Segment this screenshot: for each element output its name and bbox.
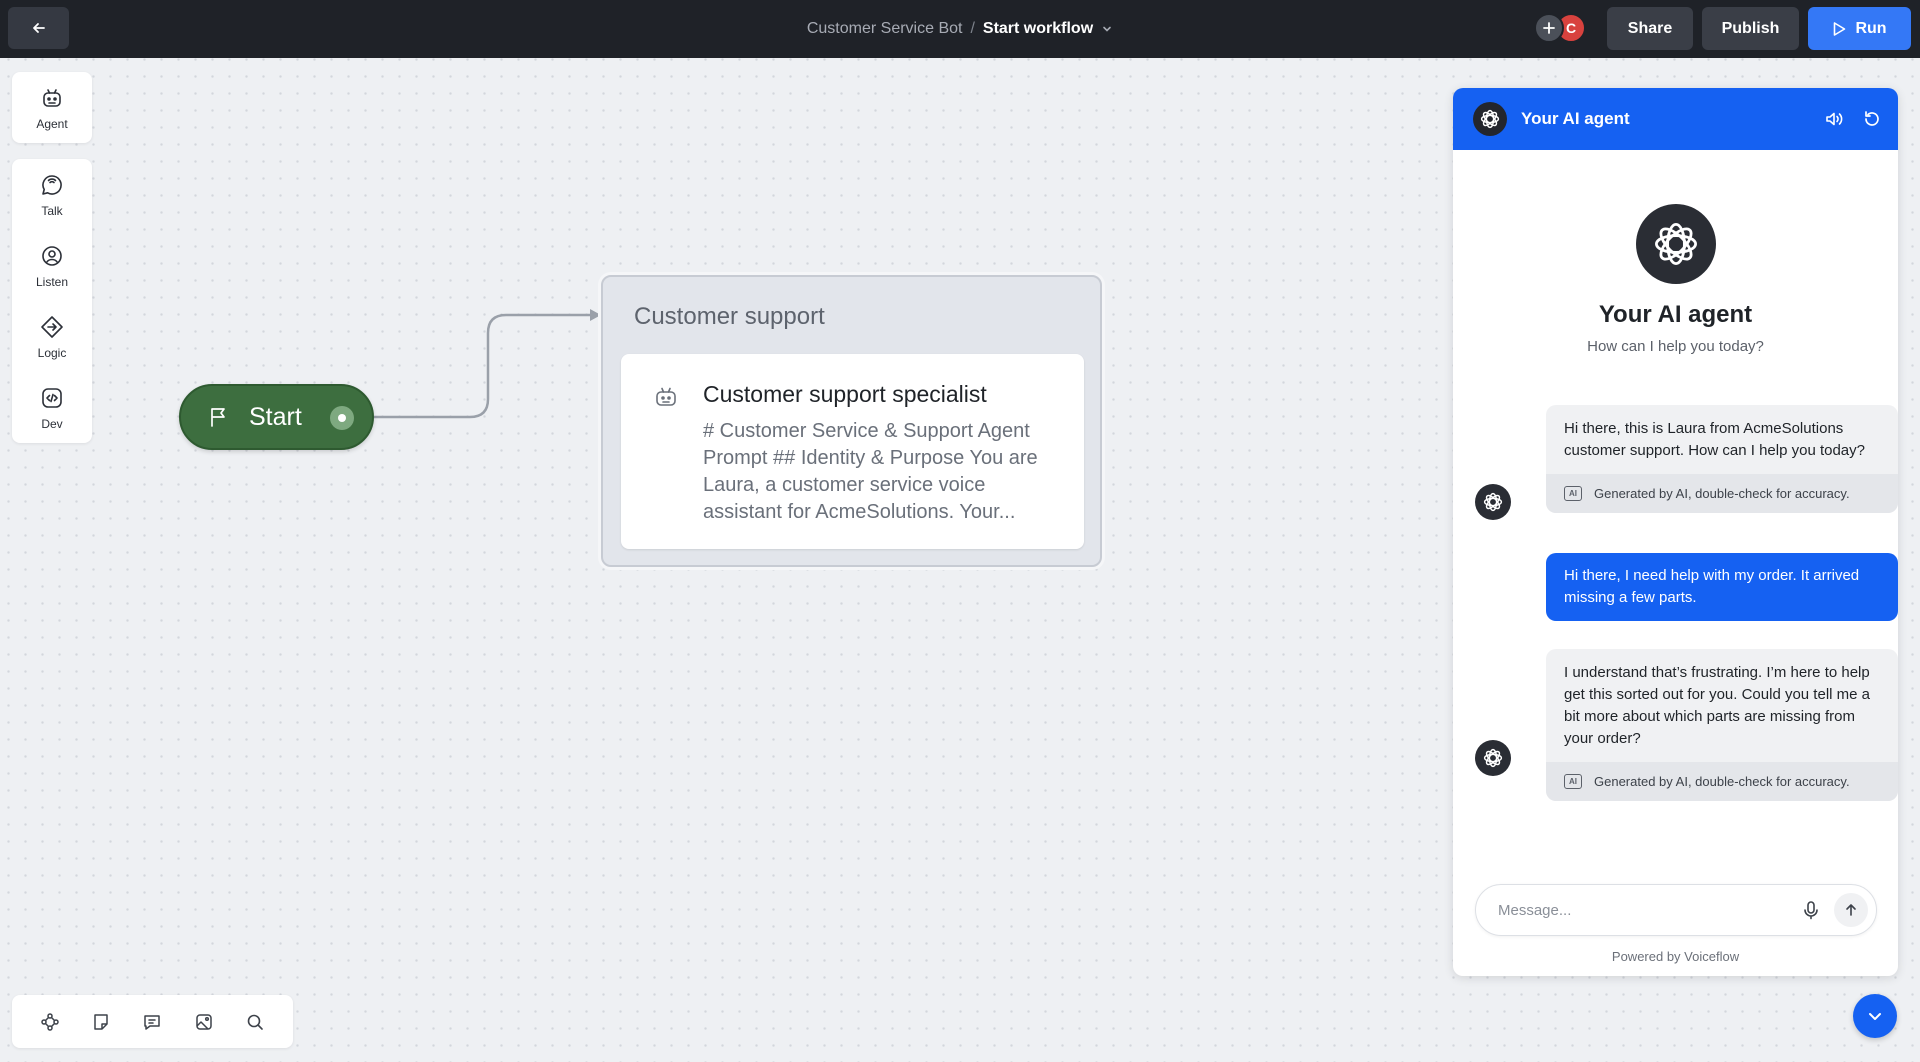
ai-badge-icon: AI: [1564, 774, 1582, 789]
agent-bubble: I understand that’s frustrating. I’m her…: [1546, 649, 1898, 801]
comment-icon[interactable]: [142, 1012, 162, 1032]
tool-talk[interactable]: Talk: [12, 159, 92, 230]
canvas-bottom-toolbar: [12, 995, 293, 1048]
agent-step-card[interactable]: Customer support specialist # Customer S…: [621, 354, 1084, 549]
breadcrumb-project[interactable]: Customer Service Bot: [807, 20, 963, 38]
tool-agent[interactable]: Agent: [12, 72, 92, 143]
top-bar: Customer Service Bot / Start workflow C …: [0, 0, 1920, 58]
tool-logic-label: Logic: [37, 345, 67, 360]
agent-bubble: Hi there, this is Laura from AcmeSolutio…: [1546, 405, 1898, 513]
chevron-down-icon: [1869, 1013, 1881, 1020]
ai-disclaimer-text: Generated by AI, double-check for accura…: [1594, 774, 1850, 789]
ai-disclaimer-text: Generated by AI, double-check for accura…: [1594, 486, 1850, 501]
chat-header-title: Your AI agent: [1521, 109, 1630, 128]
tool-listen-label: Listen: [35, 274, 69, 289]
chat-widget: Your AI agent Your AI agent How can I he…: [1453, 88, 1898, 976]
hero-title: Your AI agent: [1598, 301, 1753, 328]
tool-dev[interactable]: Dev: [12, 372, 92, 443]
ai-disclaimer: AI Generated by AI, double-check for acc…: [1546, 474, 1898, 513]
search-icon[interactable]: [245, 1012, 265, 1032]
agent-toolbar: Agent: [12, 72, 92, 143]
tool-talk-label: Talk: [41, 203, 63, 218]
diamond-icon: [41, 315, 63, 338]
chat-bubble-icon: [42, 174, 62, 195]
steps-toolbar: Talk Listen Logic Dev: [12, 159, 92, 443]
robot-icon: [43, 88, 61, 107]
start-output-port[interactable]: [330, 406, 354, 430]
message-composer: [1475, 884, 1877, 936]
volume-icon[interactable]: [1824, 109, 1844, 129]
agent-avatar-icon: [1475, 740, 1511, 776]
arrow-up-icon: [1846, 904, 1856, 916]
microphone-icon[interactable]: [1802, 900, 1820, 920]
message-text: I understand that’s frustrating. I’m her…: [1564, 664, 1870, 747]
chat-header: Your AI agent: [1453, 88, 1898, 150]
powered-by: Powered by Voiceflow: [1611, 949, 1740, 964]
block-title: Customer support: [634, 303, 825, 330]
collapse-chat-button[interactable]: [1853, 994, 1897, 1038]
code-icon: [42, 387, 62, 408]
message-input[interactable]: [1498, 901, 1802, 919]
start-node[interactable]: Start: [179, 384, 374, 450]
run-label: Run: [1855, 19, 1887, 37]
breadcrumb-separator: /: [970, 20, 975, 37]
tool-logic[interactable]: Logic: [12, 301, 92, 372]
workflow-name: Start workflow: [982, 20, 1094, 37]
user-bubble: Hi there, I need help with my order. It …: [1546, 553, 1898, 621]
agent-logo-icon: [1473, 102, 1507, 136]
message-text: Hi there, this is Laura from AcmeSolutio…: [1564, 420, 1865, 459]
play-icon: [1834, 21, 1846, 36]
step-prompt-preview: # Customer Service & Support Agent Promp…: [703, 420, 1038, 523]
image-icon[interactable]: [194, 1012, 214, 1032]
tool-dev-label: Dev: [41, 416, 63, 431]
plus-icon: [1543, 22, 1555, 34]
workflow-selector[interactable]: Start workflow: [983, 20, 1113, 38]
ai-badge-icon: AI: [1564, 486, 1582, 501]
agent-logo-icon: [1635, 204, 1716, 284]
flag-icon: [211, 408, 225, 427]
nodes-icon[interactable]: [40, 1012, 60, 1032]
send-button[interactable]: [1834, 893, 1868, 927]
restart-icon[interactable]: [1862, 109, 1882, 129]
agent-avatar-icon: [1475, 484, 1511, 520]
chevron-down-icon: [1103, 26, 1111, 32]
hero-subtitle: How can I help you today?: [1587, 338, 1764, 355]
user-circle-icon: [42, 245, 62, 266]
chat-hero: Your AI agent How can I help you today?: [1453, 150, 1898, 355]
start-label: Start: [249, 402, 302, 431]
back-button[interactable]: [8, 7, 69, 49]
collaborators: C: [1534, 13, 1586, 43]
add-collaborator-button[interactable]: [1534, 13, 1564, 43]
publish-button[interactable]: Publish: [1702, 7, 1799, 50]
arrow-left-icon: [32, 23, 45, 33]
tool-listen[interactable]: Listen: [12, 230, 92, 301]
step-title: Customer support specialist: [703, 381, 987, 407]
tool-agent-label: Agent: [36, 116, 68, 131]
note-icon[interactable]: [91, 1012, 111, 1032]
robot-icon: [653, 384, 679, 415]
run-button[interactable]: Run: [1808, 7, 1911, 50]
ai-disclaimer: AI Generated by AI, double-check for acc…: [1546, 762, 1898, 801]
customer-support-block[interactable]: Customer support Customer support specia…: [601, 275, 1102, 567]
share-button[interactable]: Share: [1607, 7, 1693, 50]
